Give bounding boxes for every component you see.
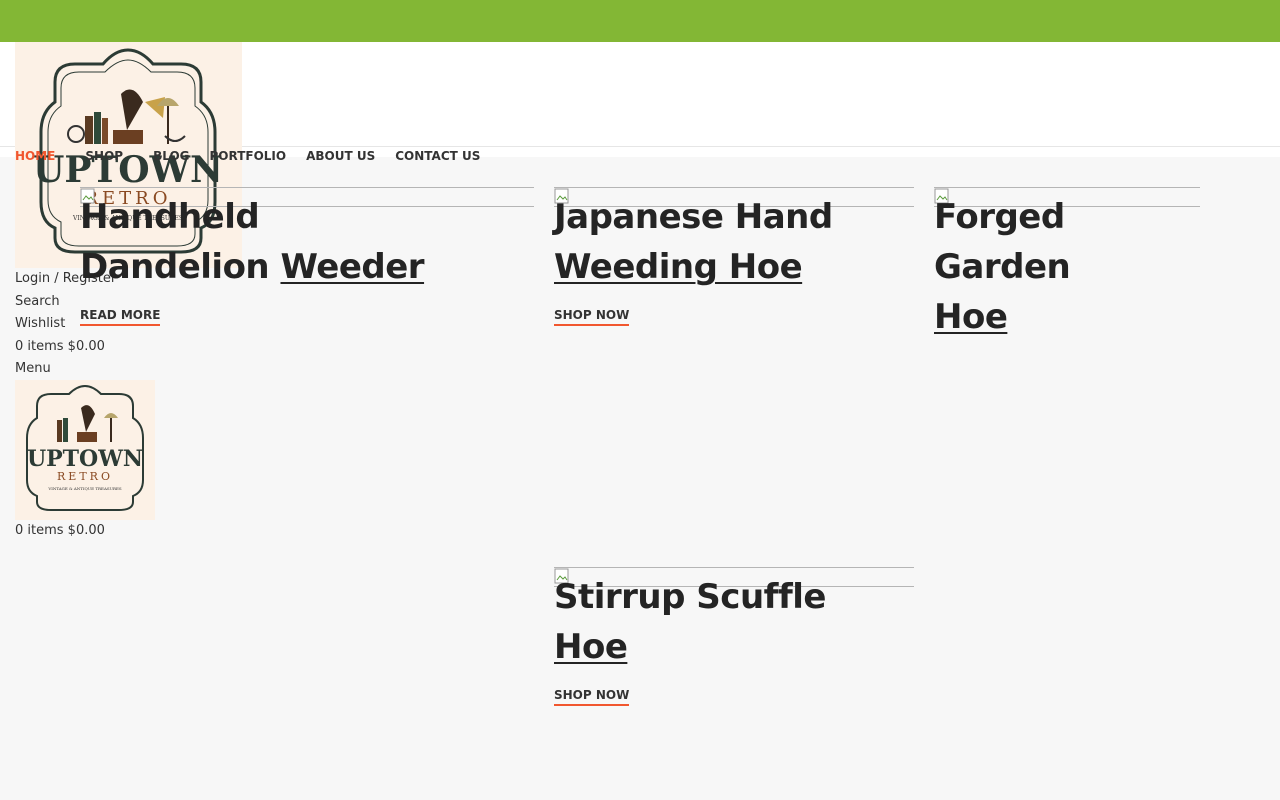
cart-link[interactable]: 0 items $0.00 — [15, 336, 116, 359]
svg-text:VINTAGE & ANTIQUE TREASURES: VINTAGE & ANTIQUE TREASURES — [47, 486, 122, 491]
product-title-link[interactable]: Weeding Hoe — [554, 247, 803, 287]
product-card: Handheld Dandelion Weeder READ MORE — [80, 187, 534, 337]
product-card: Forged Garden Hoe — [934, 187, 1200, 337]
product-title-link[interactable]: Weeder — [280, 247, 424, 287]
main-nav: HOME SHOP BLOG PORTFOLIO ABOUT US CONTAC… — [15, 149, 480, 163]
product-card: Japanese Hand Weeding Hoe SHOP NOW — [554, 187, 914, 337]
product-title-link[interactable]: Hoe — [934, 297, 1008, 337]
shop-now-button[interactable]: SHOP NOW — [554, 688, 630, 706]
product-title: Forged Garden Hoe — [934, 197, 1071, 337]
shop-now-button[interactable]: SHOP NOW — [554, 308, 630, 326]
nav-blog[interactable]: BLOG — [153, 149, 189, 163]
nav-home[interactable]: HOME — [15, 149, 55, 163]
product-card: Stirrup Scuffle Hoe SHOP NOW — [554, 567, 914, 717]
nav-portfolio[interactable]: PORTFOLIO — [210, 149, 287, 163]
product-title: Japanese Hand Weeding Hoe — [554, 197, 833, 287]
top-bar — [0, 0, 1280, 42]
svg-text:UPTOWN: UPTOWN — [27, 446, 143, 472]
nav-about-us[interactable]: ABOUT US — [306, 149, 375, 163]
nav-contact-us[interactable]: CONTACT US — [395, 149, 480, 163]
nav-shop[interactable]: SHOP — [85, 149, 123, 163]
mobile-logo[interactable]: UPTOWN RETRO VINTAGE & ANTIQUE TREASURES — [15, 380, 155, 520]
mobile-cart-link[interactable]: 0 items $0.00 — [15, 520, 105, 542]
svg-text:RETRO: RETRO — [57, 470, 113, 483]
product-title: Stirrup Scuffle Hoe — [554, 577, 826, 667]
product-title: Handheld Dandelion Weeder — [80, 197, 425, 287]
read-more-button[interactable]: READ MORE — [80, 308, 161, 326]
product-title-link[interactable]: Hoe — [554, 627, 628, 667]
menu-link[interactable]: Menu — [15, 358, 116, 381]
